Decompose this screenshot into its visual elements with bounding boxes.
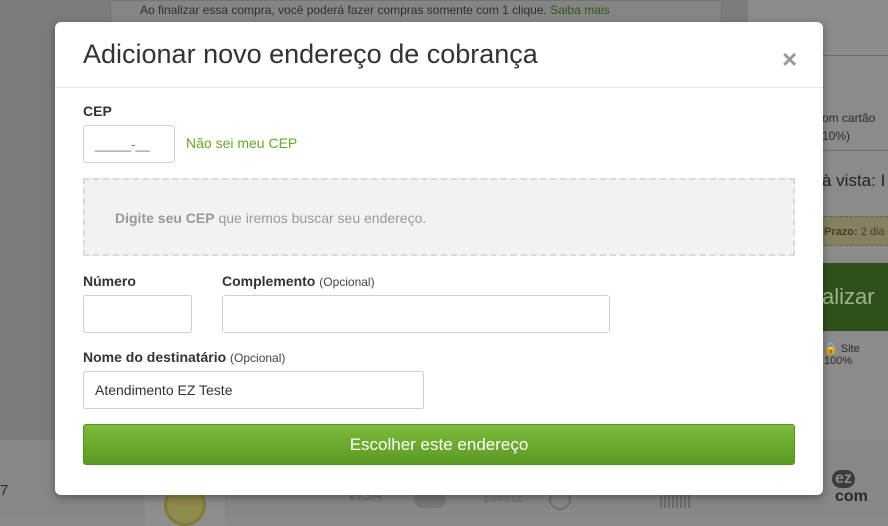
amex-icon: EXPRESS — [484, 495, 522, 504]
complemento-input[interactable] — [222, 295, 610, 333]
background-footer-digit: 7 — [0, 482, 9, 499]
choose-address-button[interactable]: Escolher este endereço — [83, 424, 795, 465]
lock-icon: 🔒 — [824, 343, 838, 355]
background-prazo-label: Prazo: — [824, 226, 858, 238]
background-notice-message: Ao finalizar essa compra, você poderá fa… — [140, 3, 547, 17]
background-prazo-box: Prazo: 2 dia — [819, 216, 888, 246]
address-hint-rest: que iremos buscar seu endereço. — [214, 210, 427, 226]
complemento-label: Complemento (Opcional) — [222, 273, 375, 289]
cep-label: CEP — [83, 103, 112, 119]
ezcommerce-logo-text: com — [835, 488, 868, 505]
background-prazo-value: 2 dia — [860, 226, 885, 238]
background-notice-text: Ao finalizar essa compra, você poderá fa… — [140, 3, 610, 17]
background-vista-text: à vista: I — [822, 171, 886, 190]
address-hint-text: Digite seu CEP que iremos buscar seu end… — [115, 210, 426, 226]
background-cartao-line: om cartão — [822, 111, 876, 125]
background-cartao-text: om cartão 10%) — [822, 109, 875, 145]
background-finalizar-button: alizar — [820, 263, 888, 331]
complemento-label-text: Complemento — [222, 273, 316, 289]
destinatario-optional-tag: (Opcional) — [230, 351, 286, 365]
modal-title: Adicionar novo endereço de cobrança — [83, 39, 538, 69]
destinatario-label-text: Nome do destinatário — [83, 349, 227, 365]
cep-input[interactable] — [83, 125, 175, 163]
address-hint-box: Digite seu CEP que iremos buscar seu end… — [83, 178, 795, 256]
ezcommerce-logo-mark: ez — [832, 470, 855, 488]
add-billing-address-modal: Adicionar novo endereço de cobrança × CE… — [55, 22, 823, 495]
numero-label: Número — [83, 273, 136, 289]
destinatario-input[interactable] — [83, 371, 424, 409]
complemento-optional-tag: (Opcional) — [319, 275, 375, 289]
address-hint-bold: Digite seu CEP — [115, 210, 215, 226]
destinatario-label: Nome do destinatário (Opcional) — [83, 349, 285, 365]
background-cartao-line: 10%) — [822, 129, 851, 143]
numero-input[interactable] — [83, 295, 192, 333]
background-notice-link: Saiba mais — [550, 3, 610, 17]
background-site-secure: 🔒 Site 100% — [824, 342, 888, 367]
modal-header: Adicionar novo endereço de cobrança × — [55, 22, 823, 88]
ezcommerce-logo: ezcom — [832, 470, 888, 506]
unknown-cep-link[interactable]: Não sei meu CEP — [186, 135, 297, 151]
close-icon[interactable]: × — [782, 46, 797, 72]
